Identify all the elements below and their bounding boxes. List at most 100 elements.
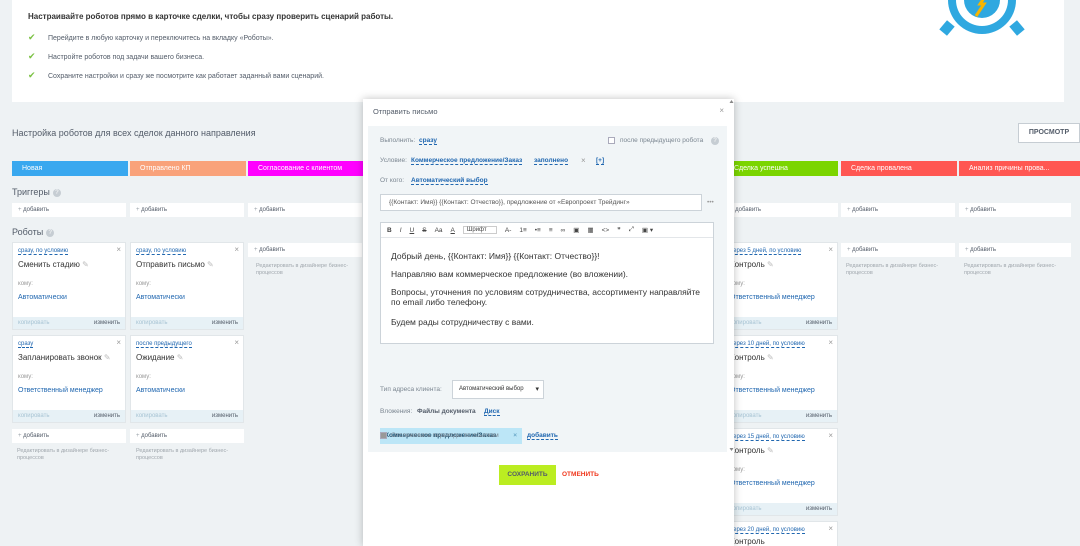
add-attachment-button[interactable]: добавить <box>527 432 558 440</box>
robot-responsible[interactable]: Автоматически <box>18 294 67 301</box>
track-links-checkbox[interactable] <box>380 432 387 439</box>
stage-next[interactable] <box>1071 161 1080 176</box>
stage-failed[interactable]: Сделка провалена <box>841 161 957 176</box>
help-icon[interactable]: ? <box>711 137 719 145</box>
robot-card[interactable]: через 5 дней, по условию × Контроль ✎ ко… <box>724 242 838 330</box>
robot-condition[interactable]: сразу, по условию <box>18 248 69 255</box>
cancel-button[interactable]: ОТМЕНИТЬ <box>562 465 599 485</box>
edit-icon[interactable]: ✎ <box>767 446 774 455</box>
edit-icon[interactable]: ✎ <box>767 260 774 269</box>
robot-responsible[interactable]: Автоматически <box>136 294 185 301</box>
add-trigger-button[interactable]: добавить <box>959 203 1071 217</box>
code-icon[interactable]: <> <box>602 227 610 234</box>
edit-icon[interactable]: ✎ <box>104 353 111 362</box>
help-icon[interactable]: ? <box>52 188 61 197</box>
subject-input[interactable]: {{Контакт: Имя}} {{Контакт: Отчество}}, … <box>380 194 702 211</box>
copy-link[interactable]: копировать <box>18 317 50 329</box>
robot-responsible[interactable]: Ответственный менеджер <box>730 480 815 487</box>
more-icon[interactable]: ••• <box>707 199 714 206</box>
ordered-list-icon[interactable]: 1≡ <box>519 227 526 234</box>
robot-card[interactable]: сразу × Запланировать звонок ✎ кому: Отв… <box>12 335 126 423</box>
close-icon[interactable]: × <box>828 338 833 347</box>
more-tools-icon[interactable]: ▣ ▾ <box>642 226 653 234</box>
after-previous-checkbox[interactable] <box>608 137 615 144</box>
designer-hint[interactable]: Редактировать в дизайнере бизнес-процесс… <box>256 263 356 277</box>
from-value[interactable]: Автоматический выбор <box>411 177 488 185</box>
add-condition-button[interactable]: [+] <box>596 157 605 165</box>
link-icon[interactable]: ∞ <box>561 227 566 234</box>
robot-card[interactable]: сразу, по условию × Отправить письмо ✎ к… <box>130 242 244 330</box>
copy-link[interactable]: копировать <box>136 410 168 422</box>
close-icon[interactable]: × <box>719 106 724 115</box>
font-select[interactable]: Шрифт <box>462 226 497 234</box>
robot-condition[interactable]: через 20 дней, по условию <box>730 527 805 534</box>
fullscreen-icon[interactable]: ⤢ <box>629 226 634 234</box>
close-icon[interactable]: × <box>116 338 121 347</box>
add-robot-button[interactable]: добавить <box>248 243 362 257</box>
remove-attachment-icon[interactable]: × <box>513 428 517 444</box>
font-color-icon[interactable]: A <box>451 227 455 234</box>
stage-failure-analysis[interactable]: Анализ причины прова... <box>959 161 1071 176</box>
copy-link[interactable]: копировать <box>730 410 762 422</box>
help-icon[interactable]: ? <box>46 228 55 237</box>
table-icon[interactable]: ▦ <box>587 226 593 234</box>
edit-link[interactable]: изменить <box>212 317 238 329</box>
add-trigger-button[interactable]: добавить <box>841 203 955 217</box>
copy-link[interactable]: копировать <box>730 503 762 515</box>
edit-icon[interactable]: ✎ <box>767 353 774 362</box>
robot-card[interactable]: через 15 дней, по условию × Контроль ✎ к… <box>724 428 838 516</box>
add-robot-button[interactable]: добавить <box>12 429 126 443</box>
add-robot-button[interactable]: добавить <box>841 243 955 257</box>
strikethrough-icon[interactable]: S <box>422 227 426 234</box>
condition-operator[interactable]: заполнено <box>534 157 569 165</box>
edit-link[interactable]: изменить <box>94 410 120 422</box>
designer-hint[interactable]: Редактировать в дизайнере бизнес-процесс… <box>136 448 236 462</box>
edit-link[interactable]: изменить <box>806 503 832 515</box>
font-size-icon[interactable]: Aa <box>435 227 443 234</box>
edit-link[interactable]: изменить <box>806 410 832 422</box>
add-trigger-button[interactable]: добавить <box>12 203 126 217</box>
edit-link[interactable]: изменить <box>94 317 120 329</box>
robot-condition[interactable]: через 5 дней, по условию <box>730 248 802 255</box>
bold-icon[interactable]: B <box>387 227 392 234</box>
email-editor[interactable]: B I U S Aa A Шрифт A- 1≡ •≡ ≡ ∞ ▣ ▦ <> ❞… <box>380 222 714 344</box>
attach-disk[interactable]: Диск <box>484 408 500 416</box>
attach-document-files[interactable]: Файлы документа <box>417 408 476 415</box>
stage-new[interactable]: Новая <box>12 161 128 176</box>
robot-card[interactable]: после предыдущего × Ожидание ✎ кому: Авт… <box>130 335 244 423</box>
add-trigger-button[interactable]: добавить <box>130 203 244 217</box>
add-robot-button[interactable]: добавить <box>130 429 244 443</box>
save-button[interactable]: СОХРАНИТЬ <box>499 465 556 485</box>
close-icon[interactable]: × <box>234 245 239 254</box>
robot-responsible[interactable]: Ответственный менеджер <box>18 387 103 394</box>
edit-icon[interactable]: ✎ <box>177 353 184 362</box>
close-icon[interactable]: × <box>828 245 833 254</box>
robot-card[interactable]: сразу, по условию × Сменить стадию ✎ ком… <box>12 242 126 330</box>
copy-link[interactable]: копировать <box>18 410 50 422</box>
condition-field[interactable]: Коммерческое предложение/Заказ <box>411 157 523 165</box>
robot-condition[interactable]: через 15 дней, по условию <box>730 434 805 441</box>
underline-icon[interactable]: U <box>410 227 415 234</box>
text-size-icon[interactable]: A- <box>505 227 512 234</box>
unordered-list-icon[interactable]: •≡ <box>535 227 541 234</box>
copy-link[interactable]: копировать <box>730 317 762 329</box>
robot-responsible[interactable]: Ответственный менеджер <box>730 387 815 394</box>
add-robot-button[interactable]: добавить <box>959 243 1071 257</box>
close-icon[interactable]: × <box>828 524 833 533</box>
remove-condition-icon[interactable]: × <box>581 156 586 165</box>
dialog-scrollbar[interactable] <box>729 99 734 546</box>
stage-agreement[interactable]: Согласование с клиентом <box>248 161 364 176</box>
address-type-select[interactable]: Автоматический выбор ▾ <box>452 380 544 399</box>
robot-condition[interactable]: после предыдущего <box>136 341 192 348</box>
stage-success[interactable]: Сделка успешна <box>724 161 838 176</box>
execute-value[interactable]: сразу <box>419 137 437 145</box>
close-icon[interactable]: × <box>116 245 121 254</box>
add-trigger-button[interactable]: добавить <box>248 203 362 217</box>
copy-link[interactable]: копировать <box>136 317 168 329</box>
designer-hint[interactable]: Редактировать в дизайнере бизнес-процесс… <box>964 263 1064 277</box>
robot-condition[interactable]: через 10 дней, по условию <box>730 341 805 348</box>
image-icon[interactable]: ▣ <box>573 226 579 234</box>
quote-icon[interactable]: ❞ <box>617 226 621 234</box>
edit-link[interactable]: изменить <box>806 317 832 329</box>
robot-responsible[interactable]: Автоматически <box>136 387 185 394</box>
